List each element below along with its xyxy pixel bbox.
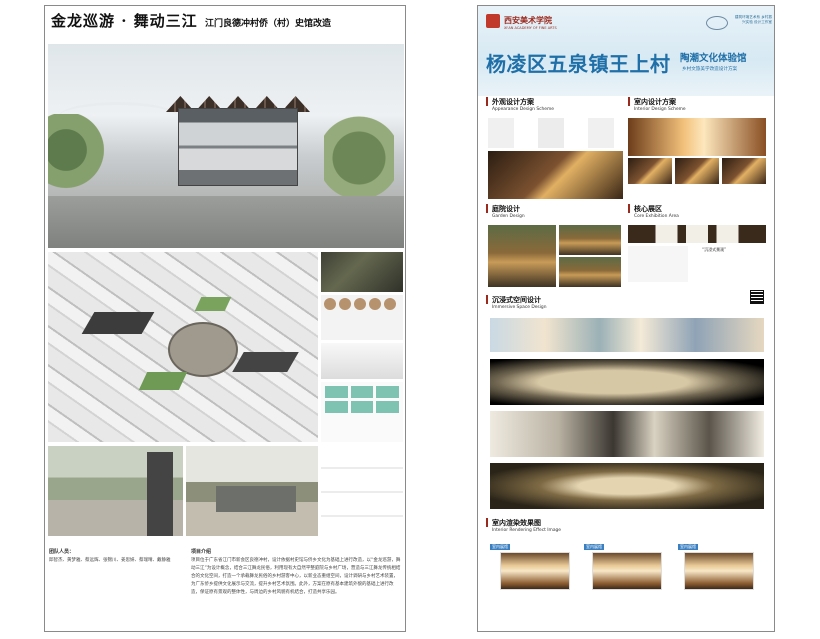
concept-circle-icon	[339, 298, 351, 310]
left-poster: 金龙巡游 · 舞动三江 江门良德冲村侨（村）史馆改造 团队人员： 邱智杰、黄梦雅…	[44, 5, 406, 632]
render-caption: 室内展馆	[490, 544, 510, 550]
interior-render-image	[684, 552, 754, 590]
green-space	[138, 372, 188, 390]
right-poster-header: 西安美术学院 XI'AN ACADEMY OF FINE ARTS 建筑环境艺术…	[478, 6, 774, 96]
section-subtitle: Interior Rendering Effect Image	[492, 528, 562, 533]
section-subtitle: Core Exhibition Area	[634, 214, 679, 219]
function-tile	[325, 386, 348, 398]
analysis-column	[321, 252, 403, 542]
concept-circle-icon	[324, 298, 336, 310]
circular-plaza	[168, 322, 238, 377]
garden-rendering	[559, 225, 621, 255]
concept-circle-icon	[384, 298, 396, 310]
section-subtitle: Appearance Design Scheme	[492, 107, 554, 112]
street-rendering	[48, 446, 183, 536]
concept-thumbnail	[321, 295, 403, 340]
elevation-thumbnail	[321, 343, 403, 379]
right-poster-side-subtitle: 乡村文旅美学改造设计方案	[682, 67, 738, 72]
school-name: 西安美术学院	[504, 15, 552, 25]
section-title: 外观设计方案	[486, 97, 621, 106]
section-title: 沉浸式空间设计	[486, 295, 666, 304]
interior-detail	[628, 158, 672, 184]
qr-code-icon	[750, 290, 764, 304]
left-poster-title: 金龙巡游 · 舞动三江	[51, 12, 198, 30]
school-logo-icon	[486, 14, 500, 28]
immersive-panorama	[490, 463, 764, 509]
poster-sheet: 金龙巡游 · 舞动三江 江门良德冲村侨（村）史馆改造 团队人员： 邱智杰、黄梦雅…	[0, 0, 820, 639]
section-appearance: 外观设计方案 Appearance Design Scheme	[486, 97, 621, 112]
garden-rendering	[488, 225, 556, 287]
interior-detail	[722, 158, 766, 184]
section-title: 庭院设计	[486, 204, 621, 213]
core-plan-diagram	[628, 246, 688, 282]
core-exhibition-rendering	[628, 225, 766, 243]
function-tile	[350, 401, 374, 413]
concept-circle-icon	[369, 298, 381, 310]
section-title: 室内设计方案	[628, 97, 768, 106]
render-caption: 室内展馆	[678, 544, 698, 550]
render-caption: 室内展馆	[584, 544, 604, 550]
interior-detail	[675, 158, 719, 184]
right-poster-title: 杨凌区五泉镇王上村	[486, 52, 671, 76]
interior-render-image	[500, 552, 570, 590]
aerial-view-rendering	[48, 252, 318, 442]
museum-building	[178, 108, 298, 186]
section-interior: 室内设计方案 Interior Design Scheme	[628, 97, 768, 112]
courtyard-rendering	[186, 446, 318, 536]
intro-label: 项目介绍	[191, 549, 212, 555]
right-poster: 西安美术学院 XI'AN ACADEMY OF FINE ARTS 建筑环境艺术…	[477, 5, 775, 632]
function-diagram-thumbnail	[321, 382, 403, 442]
gate-column	[147, 452, 173, 536]
core-label: “沉浸式景观”	[702, 247, 727, 252]
right-poster-side-title: 陶潮文化体验馆	[680, 53, 747, 64]
immersive-panorama	[490, 318, 764, 352]
immersive-panorama	[490, 359, 764, 405]
appearance-sketch	[588, 118, 614, 148]
school-name-en: XI'AN ACADEMY OF FINE ARTS	[504, 26, 557, 30]
roof-block	[232, 352, 299, 372]
site-map-thumbnail	[321, 252, 403, 292]
section-title: 室内渲染效果图	[486, 518, 686, 527]
tree-group	[48, 114, 108, 204]
function-tile	[376, 401, 399, 413]
section-subtitle: Interior Design Scheme	[634, 107, 686, 112]
roof-block	[81, 312, 155, 334]
appearance-sketch	[488, 118, 514, 148]
appearance-sketch	[538, 118, 564, 148]
left-poster-header: 金龙巡游 · 舞动三江 江门良德冲村侨（村）史馆改造	[45, 6, 405, 40]
function-tile	[376, 386, 399, 398]
section-rendering: 室内渲染效果图 Interior Rendering Effect Image	[486, 518, 686, 533]
left-poster-subtitle: 江门良德冲村侨（村）史馆改造	[205, 19, 332, 29]
garden-rendering	[559, 257, 621, 287]
section-subtitle: Immersive Space Design	[492, 305, 547, 310]
axonometric-thumbnail	[321, 445, 403, 539]
immersive-panorama	[490, 411, 764, 457]
hero-rendering	[48, 44, 404, 248]
interior-rendering	[628, 118, 766, 156]
pavilion	[216, 486, 296, 512]
section-title: 核心展区	[628, 204, 768, 213]
plaza-ground	[48, 196, 404, 248]
green-space	[194, 297, 232, 311]
section-immersive: 沉浸式空间设计 Immersive Space Design	[486, 295, 666, 310]
appearance-rendering	[488, 151, 623, 199]
function-grid	[321, 382, 403, 417]
seal-icon	[706, 16, 728, 30]
interior-render-image	[592, 552, 662, 590]
concept-icons	[321, 295, 403, 313]
intro-text: 项目位于广东省江门市新会区良德冲村，设计依据村史馆与侨乡文化为基础上进行改造，以…	[191, 558, 401, 595]
function-tile	[350, 386, 374, 398]
project-info: 团队人员： 邱智杰、黄梦雅、蔡远辉、张锦川、姜思妍、蔡瑞晴、戴静雅 项目介绍 项…	[49, 546, 403, 631]
section-garden: 庭院设计 Garden Design	[486, 204, 621, 219]
team-label: 团队人员：	[49, 549, 75, 555]
section-core: 核心展区 Core Exhibition Area	[628, 204, 768, 219]
organization-text: 建筑环境艺术系 乡村振兴实验 设计工作室	[734, 15, 772, 24]
concept-circle-icon	[354, 298, 366, 310]
team-names: 邱智杰、黄梦雅、蔡远辉、张锦川、姜思妍、蔡瑞晴、戴静雅	[49, 558, 171, 563]
section-subtitle: Garden Design	[492, 214, 525, 219]
function-tile	[325, 401, 348, 413]
